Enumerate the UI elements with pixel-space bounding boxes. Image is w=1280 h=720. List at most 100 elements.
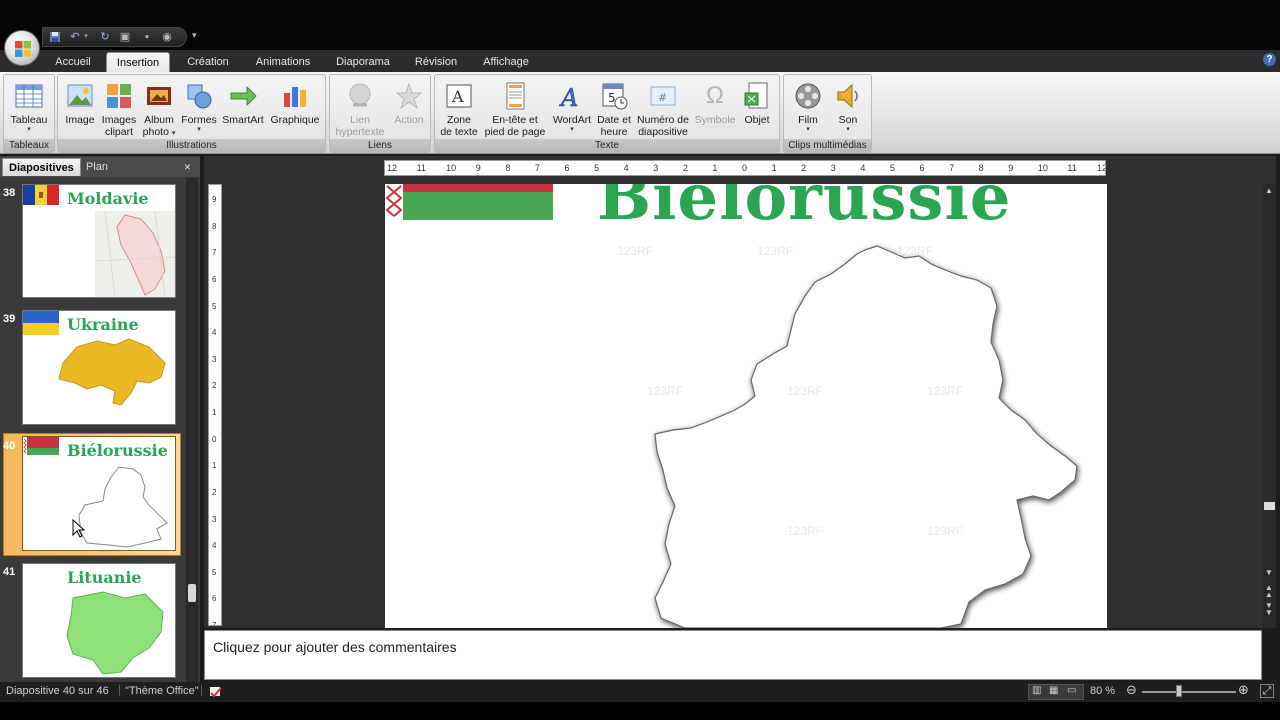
ruler-tick-label: 6	[919, 163, 925, 173]
editing-vertical-scrollbar[interactable]: ▲ ▼ ▲ ▲ ▼ ▼	[1263, 184, 1276, 628]
tab-revision[interactable]: Révision	[408, 52, 464, 72]
film-button[interactable]: Film ▾	[788, 77, 828, 133]
wordart-button[interactable]: A WordArt ▾	[549, 77, 595, 133]
numero-diapositive-button[interactable]: # Numéro de diapositive	[633, 77, 693, 138]
tab-animations[interactable]: Animations	[248, 52, 318, 72]
album-photo-button[interactable]: Album photo ▾	[138, 77, 180, 138]
ruler-tick-label: 5	[212, 301, 217, 311]
vertical-ruler[interactable]: 9 8 7 6 5 4 3 2 1 0 1 2 3 4 5 6 7	[208, 184, 222, 626]
slideshow-icon[interactable]: ▭	[1067, 685, 1076, 696]
omega-symbol-icon: Ω	[706, 82, 724, 109]
thumbnail-title: Lituanie	[67, 568, 142, 587]
next-slide-icon[interactable]: ▼ ▼	[1265, 602, 1273, 617]
zoom-level[interactable]: 80 %	[1090, 685, 1115, 697]
ruler-tick-label: 1	[712, 163, 718, 173]
ruler-tick-label: 3	[830, 163, 836, 173]
tableau-button[interactable]: Tableau ▾	[6, 77, 52, 133]
slide-canvas[interactable]: Biélorussie 123RF 123RF 123RF 123RF 123R…	[385, 184, 1107, 628]
slides-panel-scrollbar[interactable]	[186, 178, 198, 682]
mouse-cursor-icon	[72, 519, 86, 538]
tab-diapositives[interactable]: Diapositives	[2, 158, 81, 176]
theme-status[interactable]: "Thème Office"	[125, 685, 199, 697]
formes-button[interactable]: Formes ▾	[180, 77, 218, 133]
notes-pane[interactable]: Cliquez pour ajouter des commentaires	[204, 630, 1262, 680]
images-clipart-button[interactable]: Images clipart	[100, 77, 138, 138]
slide-sorter-icon[interactable]: ▦	[1049, 685, 1058, 696]
ruler-tick-label: 0	[742, 163, 748, 173]
image-button[interactable]: Image	[62, 77, 98, 126]
record-icon[interactable]: ◉	[161, 31, 173, 43]
group-label-tableaux: Tableaux	[4, 139, 54, 152]
close-icon[interactable]: ×	[184, 158, 191, 176]
tab-plan[interactable]: Plan	[80, 158, 140, 176]
fit-to-window-icon[interactable]: ⤢	[1260, 684, 1274, 698]
new-slide-icon[interactable]: ▪	[141, 31, 153, 43]
belarus-map-outline[interactable]	[385, 184, 1107, 628]
watermark-text: 123RF	[927, 524, 964, 538]
slide-thumbnail-40[interactable]: Biélorussie	[22, 436, 176, 551]
zoom-in-icon[interactable]: ⊕	[1238, 682, 1249, 698]
lien-label-1: Lien	[350, 114, 370, 126]
normal-view-icon[interactable]: ▥	[1032, 685, 1041, 696]
zoom-out-icon[interactable]: ⊖	[1126, 682, 1137, 698]
view-buttons: ▥ ▦ ▭	[1028, 684, 1084, 700]
slide-thumbnail-39[interactable]: Ukraine	[22, 310, 176, 425]
ruler-tick-label: 3	[212, 354, 217, 364]
date-heure-button[interactable]: 5 Date et heure	[595, 77, 633, 138]
tab-accueil[interactable]: Accueil	[50, 52, 96, 72]
scroll-thumb[interactable]	[1264, 502, 1275, 510]
tab-diaporama[interactable]: Diaporama	[330, 52, 396, 72]
slide-index: 41	[3, 566, 16, 578]
save-icon[interactable]	[49, 31, 61, 43]
customize-qat-icon[interactable]: ▾	[192, 30, 197, 41]
graphique-button[interactable]: Graphique	[268, 77, 322, 126]
scroll-thumb[interactable]	[188, 584, 196, 602]
ruler-tick-label: 4	[623, 163, 629, 173]
print-icon[interactable]: ▣	[119, 31, 131, 43]
slide-thumbnail-41[interactable]: Lituanie	[22, 563, 176, 678]
scroll-down-icon[interactable]: ▼	[1265, 568, 1273, 577]
son-label: Son	[838, 114, 858, 126]
tab-creation[interactable]: Création	[182, 52, 234, 72]
action-star-icon	[394, 81, 424, 111]
ruler-tick-label: 9	[1008, 163, 1014, 173]
smartart-button[interactable]: SmartArt	[220, 77, 266, 126]
zoom-slider-thumb[interactable]	[1176, 685, 1182, 697]
svg-text:5: 5	[608, 91, 616, 105]
ruler-tick-label: 1	[212, 461, 217, 471]
slide-index: 39	[3, 313, 16, 325]
graphique-label: Graphique	[270, 114, 320, 126]
group-label-liens: Liens	[330, 139, 430, 152]
clipart-label-1: Images	[101, 114, 137, 126]
ruler-tick-label: 5	[594, 163, 600, 173]
entete-pied-button[interactable]: En-tête et pied de page	[481, 77, 549, 138]
son-button[interactable]: Son ▾	[828, 77, 868, 133]
zoom-slider[interactable]	[1142, 691, 1236, 693]
shapes-icon	[184, 81, 214, 111]
ruler-tick-label: 4	[212, 328, 217, 338]
lien-hypertexte-button[interactable]: Lien hypertexte	[332, 77, 388, 138]
group-clips-multimedias: Film ▾ Son ▾ Clips multimédias	[783, 74, 872, 153]
undo-dropdown-icon[interactable]: ▾	[80, 31, 92, 43]
wordart-icon: A	[557, 81, 587, 113]
help-icon[interactable]: ?	[1263, 53, 1276, 66]
action-button[interactable]: Action	[390, 77, 428, 126]
hyperlink-icon	[345, 81, 375, 111]
previous-slide-icon[interactable]: ▲ ▲	[1265, 584, 1273, 599]
spelling-check-icon[interactable]	[208, 685, 224, 699]
notes-placeholder[interactable]: Cliquez pour ajouter des commentaires	[213, 639, 457, 655]
objet-button[interactable]: Objet	[737, 77, 777, 126]
numero-label-2: diapositive	[638, 126, 688, 138]
thumbnail-title: Ukraine	[67, 315, 139, 334]
scroll-up-icon[interactable]: ▲	[1265, 186, 1273, 195]
tab-insertion[interactable]: Insertion	[106, 52, 170, 72]
slide-thumbnail-38[interactable]: Moldavie	[22, 184, 176, 298]
album-label-1: Album	[144, 114, 174, 126]
symbole-button[interactable]: Ω Symbole	[693, 77, 737, 126]
zone-texte-button[interactable]: A Zone de texte	[437, 77, 481, 138]
office-button[interactable]	[4, 30, 40, 66]
redo-icon[interactable]: ↻	[99, 31, 111, 43]
group-label-illustrations: Illustrations	[58, 139, 325, 152]
tab-affichage[interactable]: Affichage	[476, 52, 536, 72]
horizontal-ruler[interactable]: 1211109876543210123456789101112	[384, 160, 1106, 176]
